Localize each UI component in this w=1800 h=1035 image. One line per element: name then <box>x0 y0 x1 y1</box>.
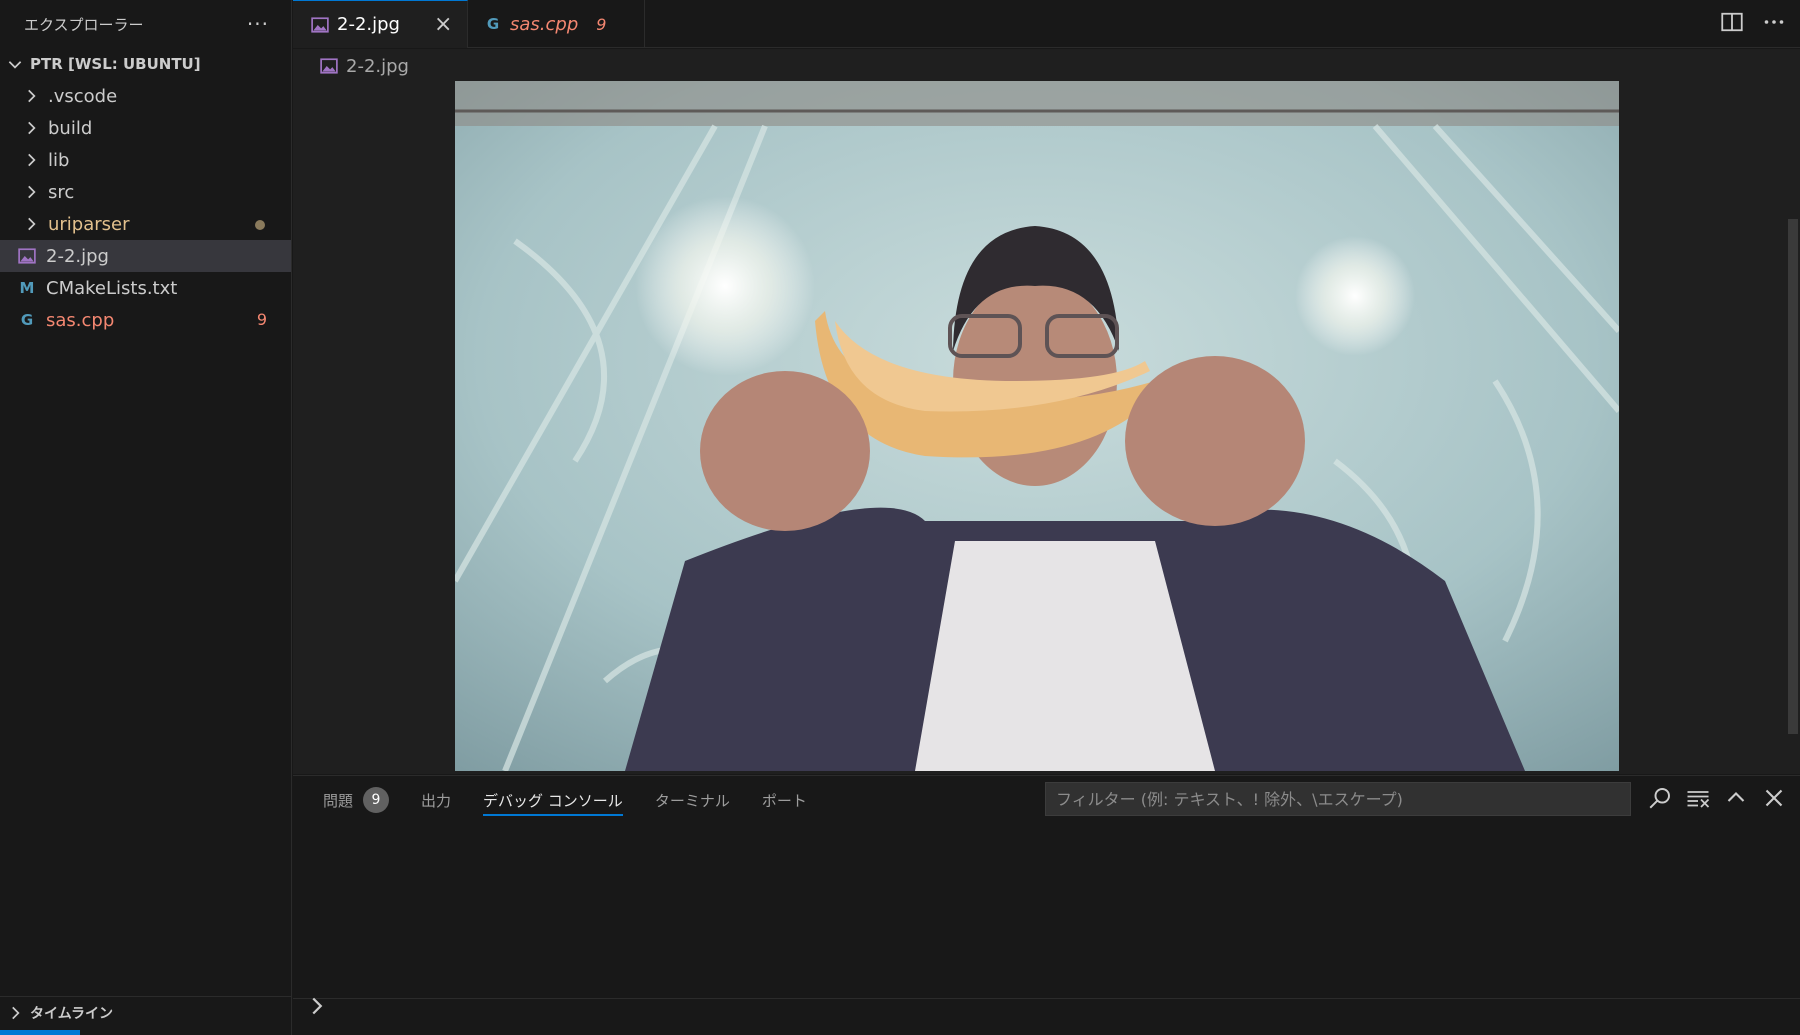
chevron-right-icon <box>28 121 36 135</box>
tab-label: ターミナル <box>654 791 730 810</box>
folder-label: build <box>48 117 93 139</box>
timeline-section[interactable]: タイムライン <box>0 996 292 1028</box>
console-input-divider <box>293 998 1800 999</box>
explorer-header: エクスプローラー ··· <box>0 0 291 48</box>
modified-dot-icon <box>255 220 265 230</box>
explorer-sidebar: エクスプローラー ··· PTR [WSL: UBUNTU] .vscode b… <box>0 0 292 1035</box>
folder-lib[interactable]: lib <box>0 144 291 176</box>
chevron-right-icon <box>28 153 36 167</box>
file-label: CMakeLists.txt <box>46 277 178 299</box>
tab-label: sas.cpp <box>510 13 579 35</box>
file-label: sas.cpp <box>46 309 115 331</box>
folder-vscode[interactable]: .vscode <box>0 80 291 112</box>
more-actions-icon[interactable] <box>1762 10 1786 34</box>
folder-label: .vscode <box>48 85 118 107</box>
problems-badge: 9 <box>363 787 390 813</box>
breadcrumb-file: 2-2.jpg <box>346 55 409 77</box>
tab-sas-cpp[interactable]: G sas.cpp 9 <box>468 0 645 48</box>
editor-scrollbar[interactable] <box>1786 133 1800 734</box>
cpp-file-icon: G <box>20 311 34 329</box>
status-bar-remote-indicator[interactable] <box>0 1030 80 1035</box>
tab-2-2-jpg[interactable]: 2-2.jpg × <box>293 0 468 48</box>
tab-debug-console[interactable]: デバッグ コンソール <box>483 784 623 816</box>
scrollbar-thumb[interactable] <box>1788 219 1798 734</box>
cpp-file-icon: G <box>486 15 500 33</box>
workspace-root[interactable]: PTR [WSL: UBUNTU] <box>0 48 291 80</box>
image-preview[interactable] <box>455 81 1619 771</box>
explorer-title: エクスプローラー <box>24 15 144 34</box>
chevron-right-icon[interactable] <box>307 996 327 1016</box>
workspace-root-label: PTR [WSL: UBUNTU] <box>30 55 201 73</box>
timeline-label: タイムライン <box>30 1005 114 1022</box>
tab-label: 2-2.jpg <box>337 14 400 35</box>
tab-ports[interactable]: ポート <box>762 784 807 816</box>
split-editor-icon[interactable] <box>1720 10 1744 34</box>
panel-tabs: 問題 9 出力 デバッグ コンソール ターミナル ポート <box>323 784 807 816</box>
chevron-up-icon[interactable] <box>1724 786 1748 810</box>
tab-problems[interactable]: 問題 9 <box>323 784 390 816</box>
close-icon[interactable] <box>1762 786 1786 810</box>
debug-filter-input[interactable] <box>1045 782 1631 816</box>
folder-label: uriparser <box>48 213 130 235</box>
clear-console-icon[interactable] <box>1686 786 1710 810</box>
editor-tab-bar: 2-2.jpg × G sas.cpp 9 <box>293 0 1800 48</box>
breadcrumb[interactable]: 2-2.jpg <box>320 52 409 80</box>
tab-label: ポート <box>761 791 807 810</box>
cmake-m-icon: M <box>19 279 35 297</box>
chevron-right-icon <box>28 217 36 231</box>
file-2-2-jpg[interactable]: 2-2.jpg <box>0 240 291 272</box>
more-actions-icon[interactable]: ··· <box>247 12 269 36</box>
editor-actions <box>1720 10 1786 34</box>
chevron-right-icon <box>28 185 36 199</box>
folder-uriparser[interactable]: uriparser <box>0 208 291 240</box>
panel-actions <box>1648 786 1786 810</box>
folder-build[interactable]: build <box>0 112 291 144</box>
image-editor <box>293 49 1800 774</box>
file-label: 2-2.jpg <box>46 245 109 267</box>
bottom-panel: 問題 9 出力 デバッグ コンソール ターミナル ポート <box>293 775 1800 1030</box>
tab-label: デバッグ コンソール <box>483 791 623 810</box>
search-icon[interactable] <box>1648 786 1672 810</box>
image-file-icon <box>320 58 338 74</box>
close-icon[interactable]: × <box>434 12 452 37</box>
chevron-right-icon <box>28 89 36 103</box>
file-cmakelists[interactable]: M CMakeLists.txt <box>0 272 291 304</box>
chevron-down-icon <box>8 61 22 69</box>
chevron-right-icon <box>12 1006 20 1019</box>
tab-error-count: 9 <box>596 14 607 34</box>
image-file-icon <box>311 16 329 33</box>
folder-src[interactable]: src <box>0 176 291 208</box>
image-file-icon <box>18 248 36 264</box>
file-sas-cpp[interactable]: G sas.cpp 9 <box>0 304 291 336</box>
tab-label: 問題 <box>323 791 354 810</box>
tab-terminal[interactable]: ターミナル <box>655 784 730 816</box>
problem-count: 9 <box>256 310 267 329</box>
tab-label: 出力 <box>421 791 452 810</box>
tab-output[interactable]: 出力 <box>421 784 451 816</box>
folder-label: lib <box>48 149 70 171</box>
folder-label: src <box>48 181 75 203</box>
